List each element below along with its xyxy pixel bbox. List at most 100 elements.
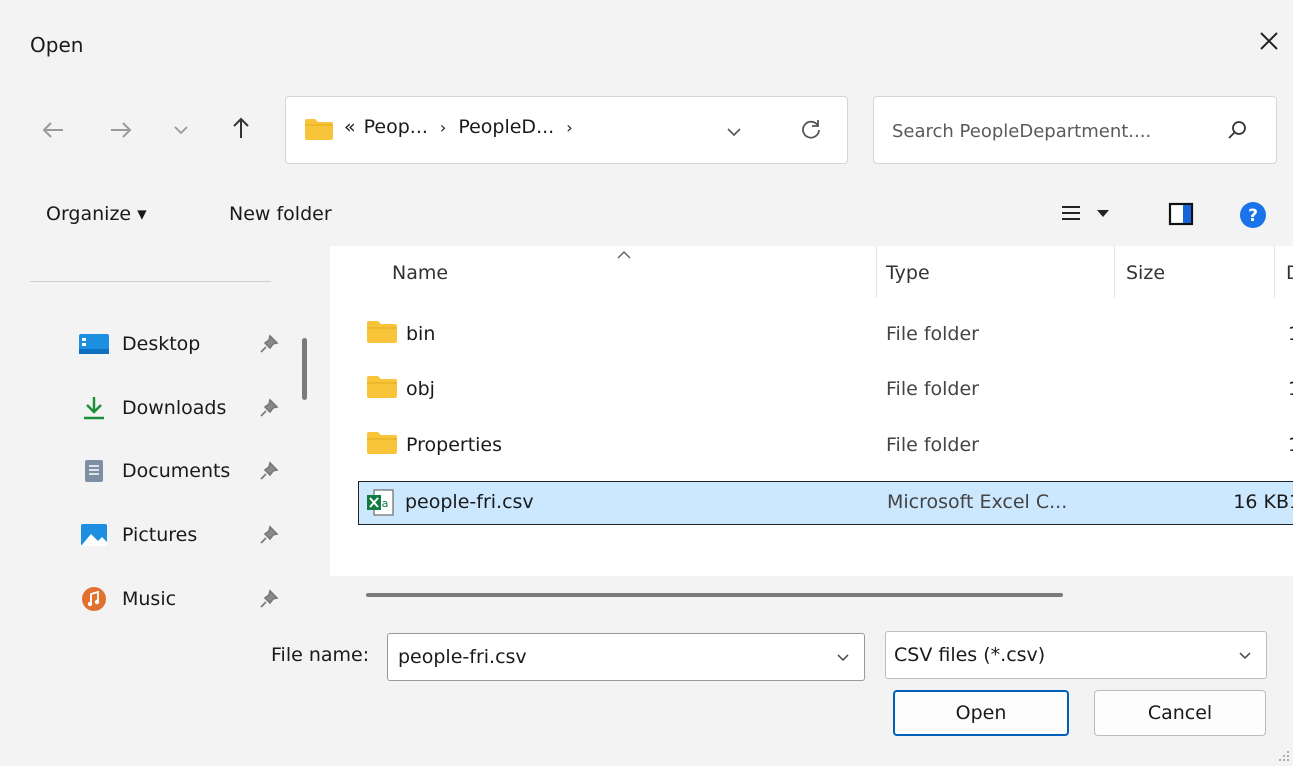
pin-icon (260, 589, 279, 608)
breadcrumb-separator-icon[interactable]: › (440, 118, 446, 137)
file-type: File folder (886, 378, 979, 400)
folder-icon (305, 119, 333, 140)
nav-item-label: Music (122, 588, 177, 610)
download-arrow-icon (84, 397, 104, 420)
column-divider[interactable] (876, 246, 877, 298)
up-arrow-icon (233, 117, 249, 138)
table-row-selected[interactable]: a people-fri.csv Microsoft Excel C... 16… (358, 481, 1293, 525)
file-name: Properties (406, 434, 503, 456)
file-name-label: File name: (271, 644, 370, 666)
nav-item-label: Pictures (122, 524, 198, 546)
open-button[interactable]: Open (893, 690, 1069, 736)
file-date: 1 (1288, 378, 1293, 400)
horizontal-scrollbar-thumb[interactable] (366, 593, 1063, 597)
table-row[interactable]: obj File folder 1 (358, 368, 1293, 412)
nav-item-label: Desktop (122, 333, 201, 355)
documents-icon (85, 460, 103, 482)
search-icon[interactable] (1226, 119, 1248, 141)
column-divider[interactable] (1274, 246, 1275, 298)
table-row[interactable]: bin File folder 1 (358, 313, 1293, 357)
svg-text:?: ? (1248, 206, 1258, 226)
desktop-icon (79, 334, 109, 354)
file-name-input[interactable]: people-fri.csv (398, 646, 527, 668)
folder-icon (367, 321, 397, 343)
nav-item-documents[interactable]: Documents (78, 451, 230, 491)
file-type: Microsoft Excel C... (887, 491, 1068, 513)
recent-locations-button[interactable] (164, 113, 198, 147)
pin-icon (260, 461, 279, 480)
chevron-down-icon (1239, 652, 1251, 660)
nav-item-downloads[interactable]: Downloads (78, 388, 226, 428)
pictures-icon (81, 524, 107, 546)
new-folder-button[interactable]: New folder (229, 203, 332, 225)
file-type: File folder (886, 323, 979, 345)
back-arrow-icon (42, 122, 63, 138)
preview-pane-icon (1168, 202, 1194, 226)
folder-icon (367, 432, 397, 454)
file-name-combobox[interactable]: people-fri.csv (387, 633, 865, 681)
cancel-button[interactable]: Cancel (1094, 690, 1266, 736)
table-row[interactable]: Properties File folder 1 (358, 424, 1293, 468)
column-header-name[interactable]: Name (392, 262, 448, 284)
close-icon (1260, 32, 1278, 50)
svg-text:a: a (382, 497, 389, 510)
file-size: 16 KB (1233, 491, 1289, 513)
chevron-down-icon (174, 126, 188, 135)
pin-icon (260, 525, 279, 544)
file-date: 1 (1288, 434, 1293, 456)
column-header-date[interactable]: D (1286, 262, 1293, 284)
navigation-pane[interactable]: Desktop Downloads Documents Pictures Mus… (0, 246, 322, 612)
file-list[interactable]: Name Type Size D bin File folder 1 obj F… (330, 246, 1293, 612)
list-view-icon (1062, 206, 1080, 220)
column-header-size[interactable]: Size (1126, 262, 1165, 284)
breadcrumb-item[interactable]: PeopleD... (458, 116, 554, 138)
file-name: bin (406, 323, 436, 345)
folder-icon (367, 376, 397, 398)
nav-item-pictures[interactable]: Pictures (78, 515, 197, 555)
address-history-chevron-icon[interactable] (726, 127, 742, 137)
file-type: File folder (886, 434, 979, 456)
nav-item-label: Downloads (122, 397, 227, 419)
close-button[interactable] (1252, 24, 1286, 58)
nav-item-desktop[interactable]: Desktop (78, 324, 200, 364)
address-bar[interactable]: « Peop... › PeopleD... › (285, 96, 848, 164)
search-input[interactable] (890, 115, 1214, 147)
column-header-type[interactable]: Type (886, 262, 930, 284)
nav-divider (30, 281, 271, 282)
nav-item-label: Documents (122, 460, 231, 482)
file-date: 1 (1289, 491, 1293, 513)
breadcrumb-separator-icon[interactable]: › (566, 118, 572, 137)
help-icon: ? (1240, 202, 1266, 228)
forward-button[interactable] (104, 113, 138, 147)
back-button[interactable] (36, 113, 70, 147)
file-type-value: CSV files (*.csv) (894, 644, 1046, 666)
music-icon (82, 587, 106, 611)
pin-icon (260, 334, 279, 353)
column-divider[interactable] (1114, 246, 1115, 298)
forward-arrow-icon (111, 122, 132, 138)
breadcrumb: « Peop... › PeopleD... › (344, 116, 573, 138)
file-name: obj (406, 378, 435, 400)
file-date: 1 (1288, 323, 1293, 345)
chevron-down-icon[interactable] (836, 653, 850, 663)
change-view-button[interactable] (1060, 202, 1110, 224)
search-box[interactable] (873, 96, 1277, 164)
help-button[interactable]: ? (1239, 201, 1267, 229)
up-button[interactable] (224, 111, 258, 145)
dialog-title: Open (30, 33, 84, 57)
refresh-icon[interactable] (799, 118, 823, 142)
breadcrumb-item[interactable]: Peop... (364, 116, 428, 138)
resize-grip-icon[interactable] (1278, 750, 1290, 762)
file-type-select[interactable]: CSV files (*.csv) (885, 631, 1267, 679)
excel-csv-icon: a (367, 489, 394, 516)
caret-down-icon (1097, 210, 1109, 217)
breadcrumb-overflow[interactable]: « (344, 116, 356, 138)
nav-item-music[interactable]: Music (78, 579, 176, 612)
preview-pane-button[interactable] (1168, 202, 1194, 226)
title-bar (0, 0, 1293, 76)
pin-icon (260, 398, 279, 417)
file-name: people-fri.csv (405, 491, 534, 513)
organize-menu-button[interactable]: Organize ▾ (46, 203, 147, 225)
sort-ascending-icon (617, 250, 631, 259)
nav-pane-scrollbar-thumb[interactable] (302, 338, 307, 400)
